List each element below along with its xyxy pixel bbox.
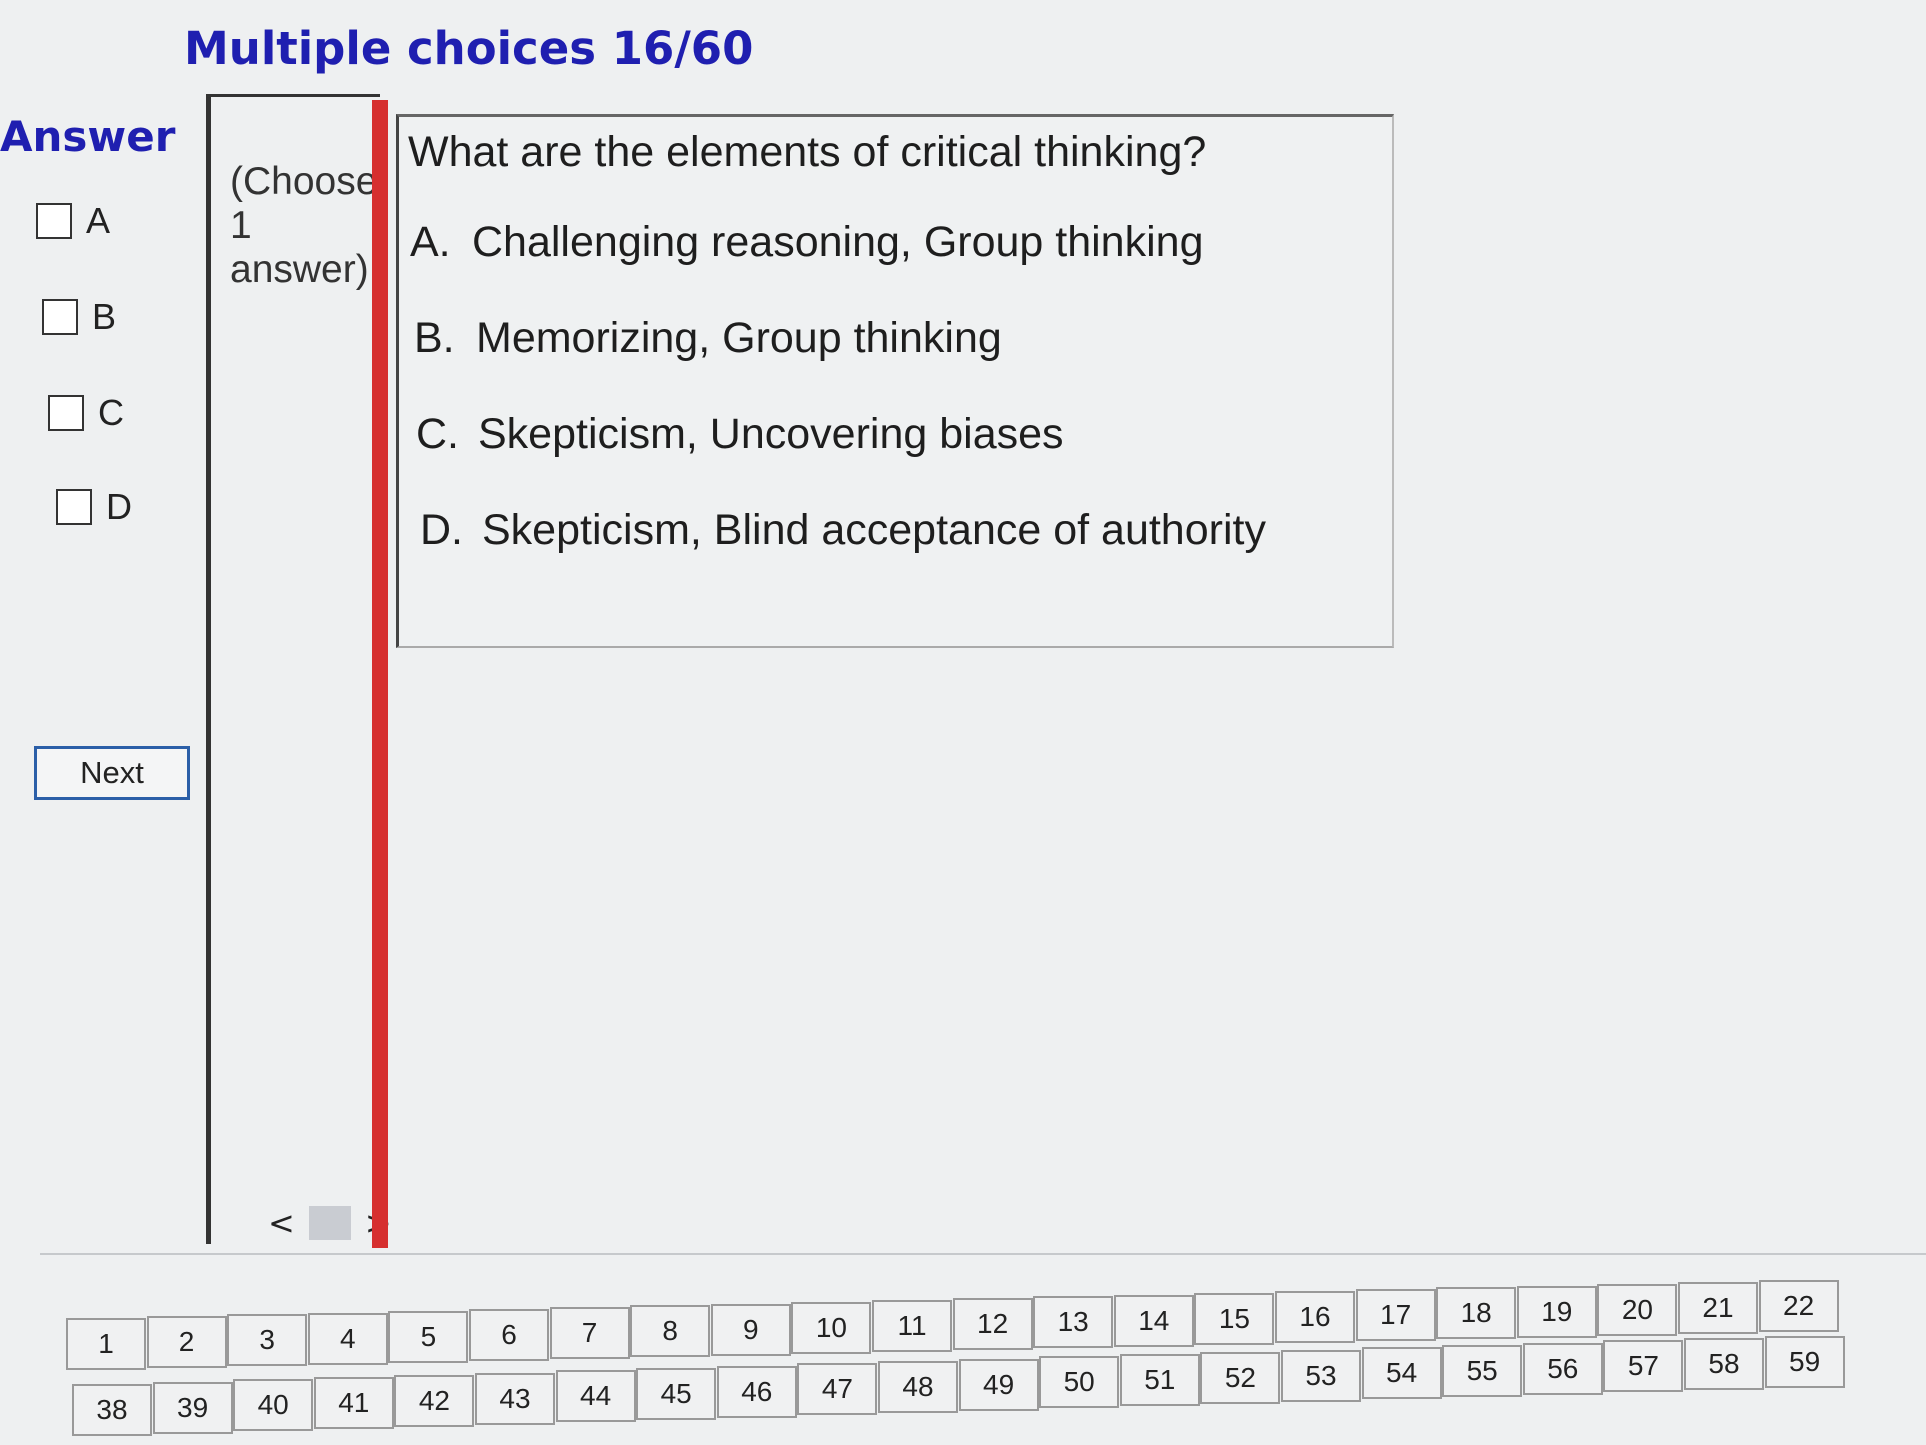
option-letter-a: A. — [410, 218, 451, 266]
question-nav-button-9[interactable]: 9 — [710, 1303, 791, 1356]
answer-label-a: A — [86, 200, 111, 241]
answer-option-b[interactable]: B — [42, 296, 116, 338]
question-nav-button-41[interactable]: 41 — [313, 1377, 394, 1430]
answer-heading: Answer — [0, 112, 176, 161]
answer-label-c: C — [98, 392, 124, 433]
checkbox-c[interactable] — [48, 395, 84, 431]
question-nav-button-4[interactable]: 4 — [307, 1312, 388, 1365]
checkbox-b[interactable] — [42, 299, 78, 335]
scroll-thumb[interactable] — [308, 1206, 351, 1240]
page-title: Multiple choices 16/60 — [184, 22, 754, 75]
answer-label-b: B — [92, 296, 117, 337]
question-option-a: A. Challenging reasoning, Group thinking — [410, 218, 1203, 267]
question-nav-button-6[interactable]: 6 — [469, 1309, 549, 1361]
answer-option-a[interactable]: A — [36, 200, 110, 242]
question-nav-button-48[interactable]: 48 — [878, 1361, 958, 1413]
question-nav-button-39[interactable]: 39 — [152, 1381, 233, 1434]
question-box — [396, 114, 1394, 648]
question-nav-button-22[interactable]: 22 — [1758, 1280, 1839, 1333]
question-nav-button-59[interactable]: 59 — [1764, 1335, 1845, 1388]
question-nav-button-57[interactable]: 57 — [1603, 1340, 1684, 1393]
question-option-d: D. Skepticism, Blind acceptance of author… — [420, 506, 1266, 555]
question-nav-button-45[interactable]: 45 — [636, 1367, 717, 1420]
question-nav-button-54[interactable]: 54 — [1361, 1347, 1442, 1400]
instruction-text: (Choose 1 answer) — [230, 160, 376, 291]
option-text-d: Skepticism, Blind acceptance of authorit… — [482, 506, 1266, 554]
question-nav-button-50[interactable]: 50 — [1039, 1356, 1120, 1409]
question-nav-button-14[interactable]: 14 — [1113, 1294, 1194, 1347]
question-nav-button-40[interactable]: 40 — [233, 1379, 314, 1432]
option-text-a: Challenging reasoning, Group thinking — [472, 218, 1204, 266]
option-letter-d: D. — [420, 506, 463, 554]
question-text: What are the elements of critical thinki… — [408, 128, 1207, 176]
question-nav-button-43[interactable]: 43 — [475, 1372, 555, 1425]
question-option-c: C. Skepticism, Uncovering biases — [416, 410, 1064, 459]
scroll-left-icon[interactable]: < — [268, 1204, 295, 1242]
option-text-b: Memorizing, Group thinking — [476, 314, 1002, 362]
question-option-b: B. Memorizing, Group thinking — [414, 314, 1002, 363]
question-nav-button-8[interactable]: 8 — [630, 1305, 711, 1358]
question-nav-button-5[interactable]: 5 — [388, 1310, 469, 1363]
next-button[interactable]: Next — [34, 746, 190, 800]
question-nav-button-19[interactable]: 19 — [1516, 1285, 1597, 1338]
answer-label-d: D — [106, 486, 132, 527]
question-nav-button-11[interactable]: 11 — [872, 1300, 952, 1352]
question-nav-button-47[interactable]: 47 — [797, 1363, 878, 1416]
question-nav-button-44[interactable]: 44 — [555, 1370, 636, 1423]
option-text-c: Skepticism, Uncovering biases — [478, 410, 1064, 458]
footer-divider — [40, 1253, 1926, 1255]
question-nav-button-53[interactable]: 53 — [1281, 1349, 1361, 1402]
question-nav-button-2[interactable]: 2 — [146, 1316, 227, 1369]
question-nav-button-12[interactable]: 12 — [952, 1298, 1033, 1351]
question-nav-button-16[interactable]: 16 — [1275, 1291, 1355, 1343]
answer-option-d[interactable]: D — [56, 486, 132, 528]
question-nav-button-46[interactable]: 46 — [716, 1365, 797, 1418]
question-nav-button-3[interactable]: 3 — [227, 1314, 308, 1367]
question-nav-button-51[interactable]: 51 — [1119, 1354, 1200, 1407]
question-nav-button-52[interactable]: 52 — [1200, 1351, 1281, 1404]
question-nav-button-49[interactable]: 49 — [958, 1358, 1039, 1411]
question-nav-button-38[interactable]: 38 — [72, 1384, 152, 1436]
question-nav-button-13[interactable]: 13 — [1033, 1296, 1114, 1349]
question-nav-button-7[interactable]: 7 — [549, 1307, 630, 1360]
option-letter-b: B. — [414, 314, 455, 362]
question-nav-button-56[interactable]: 56 — [1522, 1342, 1603, 1395]
divider-bar — [372, 100, 388, 1248]
question-nav-button-10[interactable]: 10 — [791, 1301, 872, 1354]
question-nav-button-55[interactable]: 55 — [1442, 1344, 1523, 1397]
checkbox-a[interactable] — [36, 203, 72, 239]
checkbox-d[interactable] — [56, 489, 92, 525]
question-nav-button-17[interactable]: 17 — [1355, 1289, 1436, 1342]
question-nav-button-18[interactable]: 18 — [1436, 1287, 1517, 1340]
question-nav-button-15[interactable]: 15 — [1194, 1292, 1275, 1345]
option-letter-c: C. — [416, 410, 459, 458]
question-nav-button-42[interactable]: 42 — [394, 1374, 475, 1427]
answer-option-c[interactable]: C — [48, 392, 124, 434]
question-nav-button-58[interactable]: 58 — [1684, 1338, 1764, 1390]
question-nav-button-20[interactable]: 20 — [1597, 1283, 1678, 1336]
question-nav-button-1[interactable]: 1 — [66, 1318, 146, 1370]
question-nav-button-21[interactable]: 21 — [1678, 1282, 1758, 1334]
